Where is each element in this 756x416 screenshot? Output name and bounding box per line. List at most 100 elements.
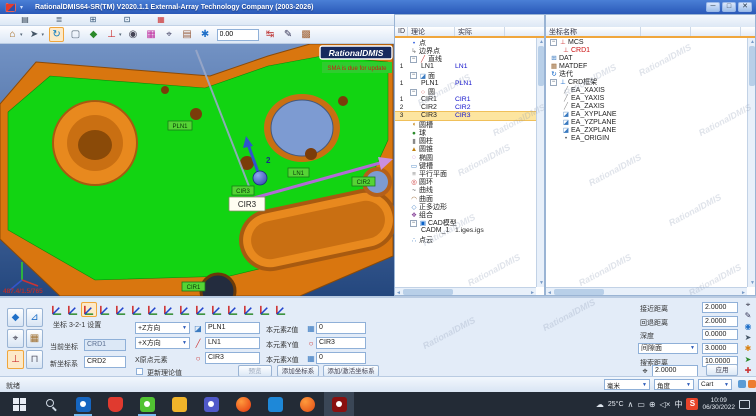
coordinate-tool-5-icon[interactable] <box>113 302 129 317</box>
coordinate-hscrollbar[interactable]: ◄ ► <box>546 287 747 295</box>
feature-field-3[interactable]: CIR3 <box>205 352 260 364</box>
small-hole[interactable] <box>305 148 317 160</box>
touch-icon[interactable]: ➤ <box>745 355 752 366</box>
coordinate-tool-1-icon[interactable] <box>49 302 65 317</box>
param-field[interactable]: 0.0000 <box>702 329 738 340</box>
feature-row-椭圆[interactable]: ◌椭圆 <box>395 153 536 161</box>
coordinate-tool-10-icon[interactable] <box>193 302 209 317</box>
rotate-view-icon[interactable]: ↻ <box>49 27 64 42</box>
axes-mode-button[interactable]: ⊥ <box>7 350 24 369</box>
value-field-1[interactable]: 0 <box>316 322 366 334</box>
feature-row-面[interactable]: −◪面 <box>395 71 536 79</box>
minimize-button[interactable]: ─ <box>706 2 720 12</box>
coordinate-tool-2-icon[interactable] <box>65 302 81 317</box>
new-coord-field[interactable]: CRD2 <box>84 356 126 368</box>
feature-row-圆锥[interactable]: ▲圆锥 <box>395 144 536 152</box>
coordinate-tool-8-icon[interactable] <box>161 302 177 317</box>
probe-icon[interactable]: ⌖ <box>746 300 751 311</box>
feature-row-CADM_1[interactable]: CADM_11.iges.igs <box>395 226 536 234</box>
search-taskbar-icon[interactable] <box>36 392 66 416</box>
feature-row-曲线[interactable]: ~曲线 <box>395 185 536 193</box>
feature-row-CAD模型[interactable]: −▣CAD模型 <box>395 218 536 226</box>
coord-row-EA_YAXIS[interactable]: ╱EA_YAXIS <box>546 94 747 102</box>
param-field[interactable]: 3.0000 <box>702 343 738 354</box>
param-field[interactable]: 2.0000 <box>702 316 738 327</box>
value-field-2[interactable]: CIR3 <box>316 337 366 349</box>
teams-taskbar-icon[interactable] <box>196 392 226 416</box>
viewport-3d[interactable]: 2 PLN1 LN1 CIR2 CIR1 CIR3 <box>0 44 394 296</box>
clearance-plane-dropdown[interactable]: 间隙面▼ <box>638 343 698 354</box>
plane-rotate-icon[interactable]: ↹ <box>264 27 277 42</box>
tag-cir2[interactable]: CIR2 <box>352 177 375 186</box>
print-tab-icon[interactable]: ▤ <box>18 15 32 25</box>
small-hole[interactable] <box>190 108 202 120</box>
hole-cir1[interactable] <box>201 274 235 296</box>
coord-row-EA_YZPLANE[interactable]: ◪EA_YZPLANE <box>546 118 747 126</box>
coord-row-EA_ORIGIN[interactable]: •EA_ORIGIN <box>546 134 747 142</box>
temperature[interactable]: 25°C <box>608 401 624 408</box>
coord-row-EA_XYPLANE[interactable]: ◪EA_XYPLANE <box>546 110 747 118</box>
feature-row-曲面[interactable]: ◠曲面 <box>395 194 536 202</box>
dropdown-caret-icon[interactable]: ▾ <box>119 32 122 38</box>
blue-bird-app-taskbar-icon[interactable] <box>260 392 290 416</box>
home-icon[interactable]: ⌂▾ <box>6 27 23 42</box>
quick-menu-caret-icon[interactable]: ▾ <box>20 4 23 11</box>
axes-icon[interactable]: ⊥▾ <box>105 27 122 42</box>
direction-dropdown-2[interactable]: +X方向▼ <box>135 337 190 349</box>
tag-cir1[interactable]: CIR1 <box>182 282 205 291</box>
notification-center-icon[interactable] <box>739 400 750 409</box>
document-tab-icon[interactable]: ≣ <box>52 15 66 25</box>
coordinate-tool-9-icon[interactable] <box>177 302 193 317</box>
coordinate-tool-6-icon[interactable] <box>129 302 145 317</box>
coordinate-tool-13-icon[interactable] <box>241 302 257 317</box>
gauge-mode-button[interactable]: ⊿ <box>26 308 43 327</box>
feature-row-圆环[interactable]: ◎圆环 <box>395 177 536 185</box>
feature-tree-vscrollbar[interactable]: ▲ ▼ <box>536 38 544 287</box>
probe-cube-mode-button[interactable]: ◆ <box>7 308 24 327</box>
eye-icon[interactable]: ◉ <box>127 27 140 42</box>
close-button[interactable]: ✕ <box>738 2 752 12</box>
tray-expand-icon[interactable]: ∧ <box>628 400 634 409</box>
trash-icon[interactable]: ▤ <box>181 27 194 42</box>
feature-field-2[interactable]: LN1 <box>205 337 260 349</box>
model-export-icon[interactable]: ◆ <box>87 27 100 42</box>
volume-muted-icon[interactable]: ◁× <box>660 400 671 409</box>
angle-dropdown[interactable]: 角度▼ <box>654 379 694 390</box>
coord-mode-dropdown[interactable]: Cart▼ <box>698 379 732 390</box>
coordinate-tool-15-icon[interactable] <box>273 302 289 317</box>
feature-row-直线[interactable]: −╱直线 <box>395 54 536 62</box>
feature-row-边界点[interactable]: ↳边界点 <box>395 46 536 54</box>
collapse-toggle[interactable]: − <box>410 220 417 227</box>
small-hole[interactable] <box>161 86 169 94</box>
collapse-toggle[interactable]: − <box>410 72 417 79</box>
coord-row-CRD框架[interactable]: −⊥CRD框架 <box>546 78 747 86</box>
coord-row-EA_ZAXIS[interactable]: ╱EA_ZAXIS <box>546 102 747 110</box>
pointer-icon[interactable]: ➤ <box>745 333 752 344</box>
feature-tree-hscrollbar[interactable]: ◄ ► <box>395 287 536 295</box>
cursor-icon[interactable]: ➤▾ <box>28 27 45 42</box>
coord-row-DAT[interactable]: ⊞DAT <box>546 54 747 62</box>
coordinate-tool-7-icon[interactable] <box>145 302 161 317</box>
spray-icon[interactable]: ✱ <box>199 27 212 42</box>
small-hole[interactable] <box>338 96 348 106</box>
file-explorer-taskbar-icon[interactable] <box>164 392 194 416</box>
weather-icon[interactable]: ☁ <box>596 400 604 409</box>
dropdown-caret-icon[interactable]: ▾ <box>20 32 23 38</box>
column-header-actual[interactable]: 实际 <box>455 27 505 36</box>
stylus-icon[interactable]: ✎ <box>745 311 752 322</box>
monitor-tab-icon[interactable]: ⊡ <box>120 15 134 25</box>
magnifier-icon[interactable]: ◉ <box>745 322 752 333</box>
column-header-theory[interactable]: 理论 <box>408 27 455 36</box>
feature-row-圆槽[interactable]: ◖圆槽 <box>395 120 536 128</box>
map-mode-button[interactable]: ▦ <box>26 329 43 348</box>
coord-row-MCS[interactable]: −⊥MCS <box>546 38 747 46</box>
probe-tool-icon[interactable]: ⌖ <box>163 27 176 42</box>
device-icon[interactable]: ▭ <box>637 400 645 409</box>
feature-row-球[interactable]: ●球 <box>395 128 536 136</box>
feature-row-PLN1[interactable]: 1PLN1PLN1 <box>395 79 536 87</box>
machine-mode-button[interactable]: ⊓ <box>26 350 43 369</box>
start-button-taskbar-icon[interactable] <box>4 392 34 416</box>
firefox-taskbar-icon[interactable] <box>228 392 258 416</box>
brush-cursor-icon[interactable]: ✎ <box>282 27 295 42</box>
collapse-toggle[interactable]: − <box>550 39 557 46</box>
